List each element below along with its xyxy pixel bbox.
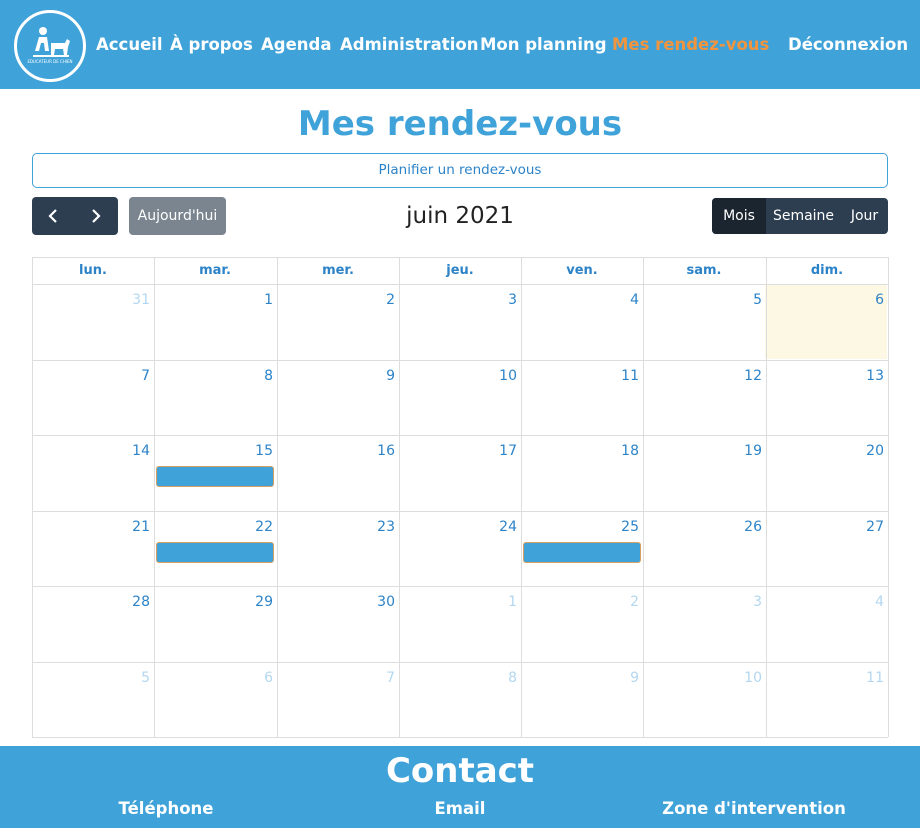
day-number[interactable]: 28: [110, 593, 150, 611]
day-number[interactable]: 5: [110, 669, 150, 687]
calendar-title: juin 2021: [406, 203, 514, 229]
grid-line: [32, 511, 888, 512]
day-number[interactable]: 6: [844, 291, 884, 309]
nav-item-mon-planning[interactable]: Mon planning: [480, 34, 607, 56]
day-number[interactable]: 6: [233, 669, 273, 687]
prev-button[interactable]: [32, 197, 75, 235]
grid-line: [766, 257, 767, 737]
day-number[interactable]: 20: [844, 442, 884, 460]
footer-phone-heading: Téléphone: [118, 799, 214, 818]
day-number[interactable]: 23: [355, 518, 395, 536]
view-switcher: Mois Semaine Jour: [712, 198, 888, 234]
weekday-header: mer.: [322, 263, 354, 278]
appointment-event[interactable]: [156, 466, 274, 487]
day-number[interactable]: 10: [722, 669, 762, 687]
day-number[interactable]: 26: [722, 518, 762, 536]
appointment-event[interactable]: [156, 542, 274, 563]
grid-line: [888, 257, 889, 737]
day-number[interactable]: 14: [110, 442, 150, 460]
day-number[interactable]: 19: [722, 442, 762, 460]
logo[interactable]: EDUCATEUR DE CHIEN: [14, 10, 86, 82]
weekday-header: jeu.: [446, 263, 474, 278]
nav-item-agenda[interactable]: Agenda: [261, 34, 331, 56]
day-number[interactable]: 1: [233, 291, 273, 309]
grid-line: [277, 257, 278, 737]
day-number[interactable]: 7: [110, 367, 150, 385]
day-number[interactable]: 4: [599, 291, 639, 309]
grid-line: [521, 257, 522, 737]
weekday-header: dim.: [810, 263, 844, 278]
day-number[interactable]: 18: [599, 442, 639, 460]
day-number[interactable]: 15: [233, 442, 273, 460]
day-number[interactable]: 12: [722, 367, 762, 385]
day-number[interactable]: 2: [599, 593, 639, 611]
day-number[interactable]: 22: [233, 518, 273, 536]
grid-line: [399, 257, 400, 737]
footer-email-heading: Email: [434, 799, 486, 818]
day-number[interactable]: 10: [477, 367, 517, 385]
day-number[interactable]: 7: [355, 669, 395, 687]
nav-item-a-propos[interactable]: À propos: [170, 34, 253, 56]
next-button[interactable]: [75, 197, 118, 235]
grid-line: [32, 662, 888, 663]
day-number[interactable]: 2: [355, 291, 395, 309]
day-number[interactable]: 1: [477, 593, 517, 611]
prev-next-group: [32, 197, 118, 235]
weekday-header: sam.: [686, 263, 722, 278]
today-button[interactable]: Aujourd'hui: [129, 197, 226, 235]
view-month-button[interactable]: Mois: [712, 198, 766, 234]
grid-line: [154, 257, 155, 737]
dog-trainer-logo-icon: [33, 27, 70, 57]
grid-line: [32, 284, 888, 285]
day-number[interactable]: 9: [355, 367, 395, 385]
logout-link[interactable]: Déconnexion: [788, 34, 908, 56]
appointment-event[interactable]: [523, 542, 641, 563]
chevron-left-icon: [48, 209, 57, 223]
day-number[interactable]: 27: [844, 518, 884, 536]
nav-item-administration[interactable]: Administration: [340, 34, 478, 56]
day-number[interactable]: 17: [477, 442, 517, 460]
footer-title: Contact: [385, 751, 535, 791]
footer-zone-heading: Zone d'intervention: [662, 799, 846, 818]
view-day-button[interactable]: Jour: [841, 198, 888, 234]
weekday-header: lun.: [79, 263, 107, 278]
day-number[interactable]: 16: [355, 442, 395, 460]
day-number[interactable]: 21: [110, 518, 150, 536]
grid-line: [32, 435, 888, 436]
weekday-header: mar.: [199, 263, 231, 278]
chevron-right-icon: [92, 209, 101, 223]
nav-item-accueil[interactable]: Accueil: [96, 34, 163, 56]
day-number[interactable]: 25: [599, 518, 639, 536]
day-number[interactable]: 9: [599, 669, 639, 687]
day-number[interactable]: 3: [477, 291, 517, 309]
grid-line: [32, 360, 888, 361]
grid-line: [32, 737, 888, 738]
day-number[interactable]: 31: [110, 291, 150, 309]
day-number[interactable]: 13: [844, 367, 884, 385]
day-number[interactable]: 30: [355, 593, 395, 611]
day-number[interactable]: 8: [477, 669, 517, 687]
day-number[interactable]: 29: [233, 593, 273, 611]
grid-line: [32, 257, 33, 737]
page-title: Mes rendez-vous: [297, 104, 623, 144]
grid-line: [643, 257, 644, 737]
view-week-button[interactable]: Semaine: [766, 198, 841, 234]
weekday-header: ven.: [566, 263, 598, 278]
day-number[interactable]: 4: [844, 593, 884, 611]
day-number[interactable]: 11: [844, 669, 884, 687]
grid-line: [32, 586, 888, 587]
day-number[interactable]: 8: [233, 367, 273, 385]
day-number[interactable]: 11: [599, 367, 639, 385]
plan-appointment-button[interactable]: Planifier un rendez-vous: [32, 153, 888, 188]
day-number[interactable]: 5: [722, 291, 762, 309]
day-number[interactable]: 3: [722, 593, 762, 611]
day-number[interactable]: 24: [477, 518, 517, 536]
nav-item-mes-rendez-vous[interactable]: Mes rendez-vous: [612, 34, 769, 56]
logo-text: EDUCATEUR DE CHIEN: [27, 59, 73, 64]
